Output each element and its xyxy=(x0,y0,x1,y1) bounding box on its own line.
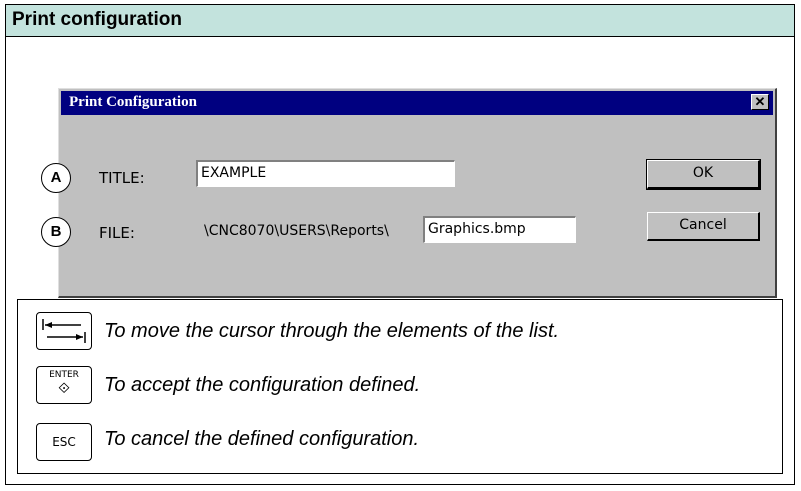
manual-section-frame: Print configuration Print Configuration … xyxy=(5,4,795,485)
section-title: Print configuration xyxy=(12,9,182,30)
section-header: Print configuration xyxy=(6,5,794,37)
cancel-button[interactable]: Cancel xyxy=(647,212,760,241)
callout-a: A xyxy=(41,163,71,193)
title-input[interactable]: EXAMPLE xyxy=(196,160,455,187)
print-configuration-dialog: Print Configuration ✕ A TITLE: EXAMPLE B… xyxy=(41,88,777,298)
ok-button[interactable]: OK xyxy=(646,159,761,190)
legend-desc-move: To move the cursor through the elements … xyxy=(104,320,560,342)
tab-arrows-glyph xyxy=(42,319,86,343)
file-name-input[interactable]: Graphics.bmp xyxy=(423,216,576,243)
tab-arrows-icon xyxy=(36,312,92,350)
callout-b: B xyxy=(41,217,71,247)
close-button[interactable]: ✕ xyxy=(751,94,769,110)
dialog-title: Print Configuration xyxy=(69,94,197,110)
key-legend: To move the cursor through the elements … xyxy=(17,299,783,474)
title-label: TITLE: xyxy=(99,169,145,187)
file-path-prefix: \CNC8070\USERS\Reports\ xyxy=(204,223,389,239)
esc-key-label: ESC xyxy=(52,435,76,449)
file-label: FILE: xyxy=(99,224,135,242)
enter-key-symbol: ⟐ xyxy=(58,379,70,397)
esc-key-icon: ESC xyxy=(36,423,92,461)
enter-key-icon: ENTER ⟐ xyxy=(36,366,92,404)
dialog-titlebar: Print Configuration ✕ xyxy=(61,91,773,115)
legend-desc-accept: To accept the configuration defined. xyxy=(104,374,421,396)
legend-desc-cancel: To cancel the defined configuration. xyxy=(104,428,420,450)
